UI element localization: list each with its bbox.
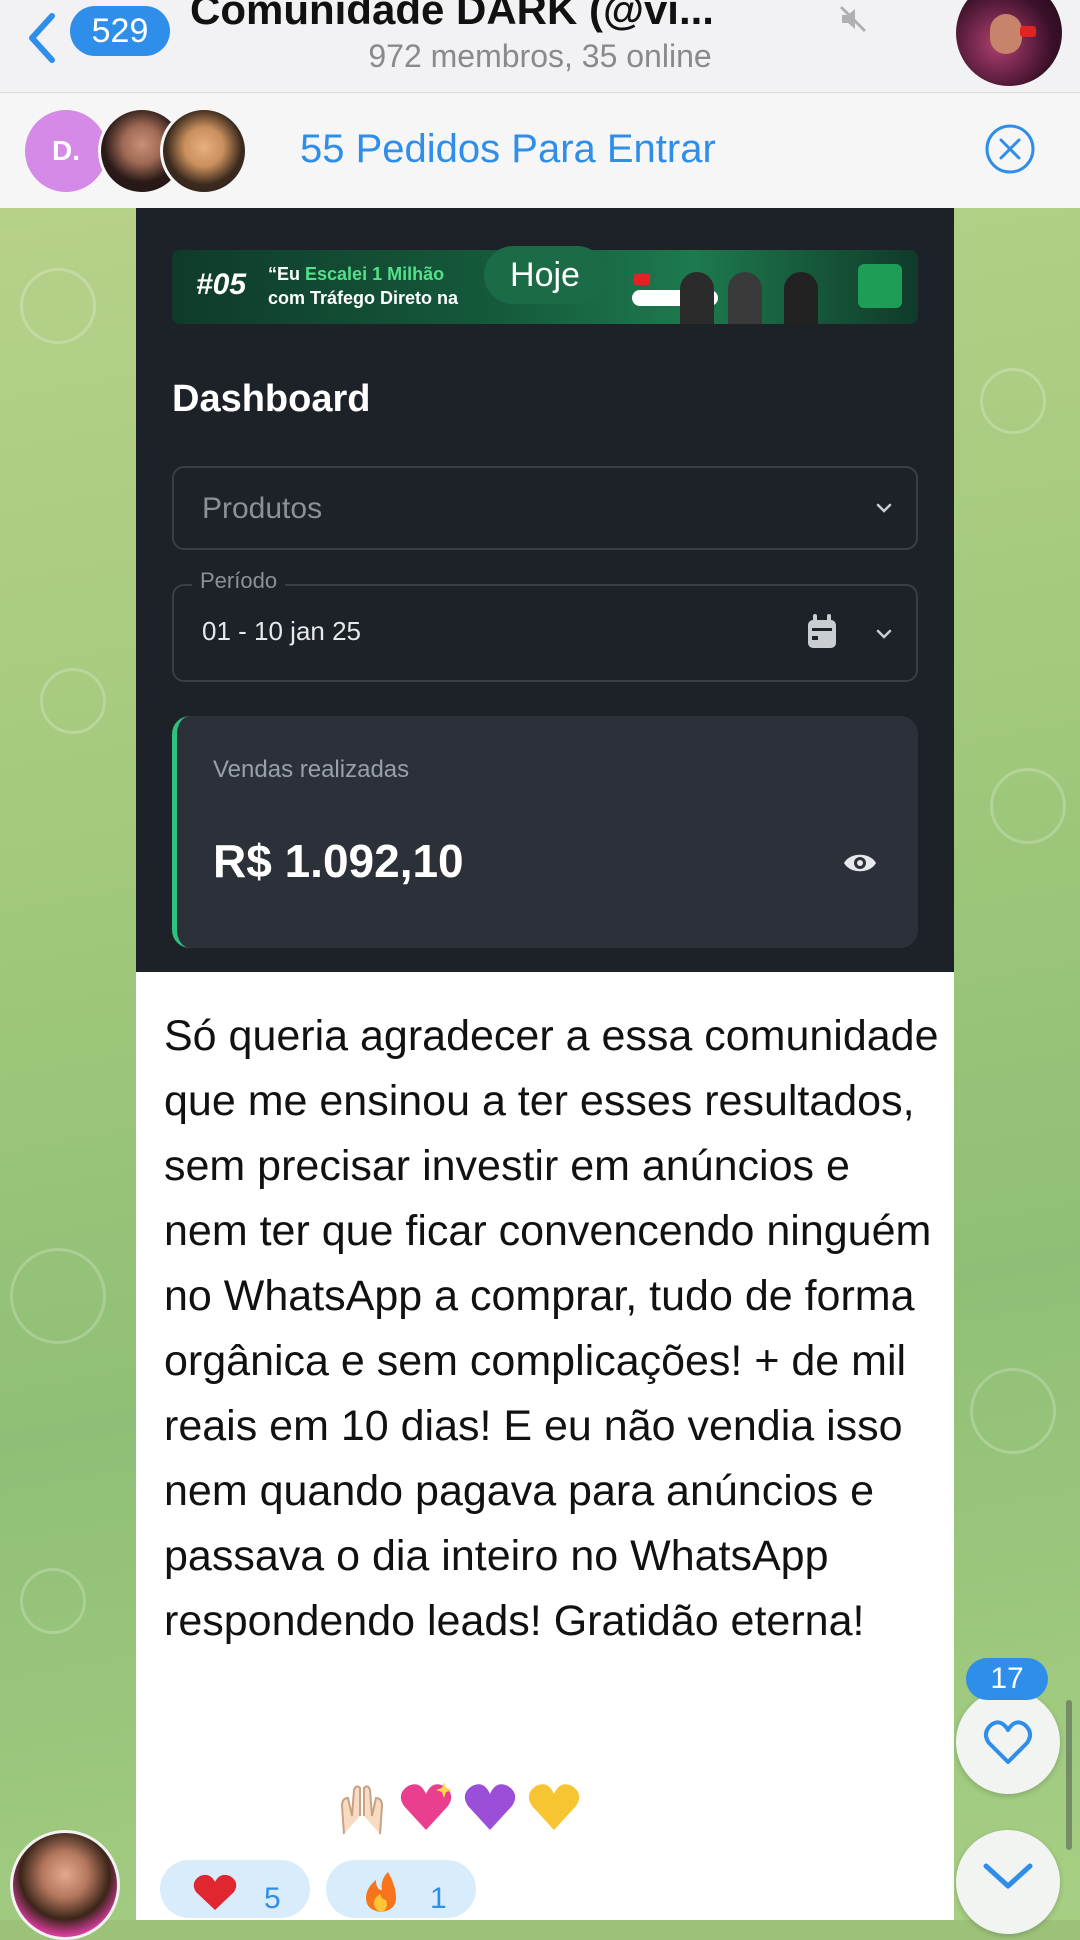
join-requests-bar[interactable]: D. 55 Pedidos Para Entrar — [0, 92, 1080, 210]
sparkling-heart-emoji-icon — [396, 1776, 456, 1836]
period-label: Período — [192, 568, 286, 594]
heart-icon — [193, 1874, 237, 1910]
chevron-down-icon — [876, 629, 892, 639]
member-count[interactable]: 972 membros, 35 online — [0, 38, 1080, 75]
chevron-down-icon — [876, 503, 892, 513]
sales-value: R$ 1.092,10 — [213, 835, 464, 887]
purple-heart-emoji-icon — [460, 1776, 520, 1836]
reaction-heart[interactable]: 5 — [160, 1860, 310, 1918]
products-placeholder: Produtos — [202, 492, 323, 525]
close-icon[interactable] — [984, 123, 1036, 175]
dashboard-screenshot[interactable]: #05 “Eu Escalei 1 Milhão com Tráfego Dir… — [136, 208, 954, 972]
reaction-count: 5 — [264, 1882, 281, 1915]
products-select: Produtos — [172, 466, 918, 550]
sender-avatar[interactable] — [10, 1830, 120, 1940]
youtube-icon — [634, 274, 650, 285]
dashboard-title: Dashboard — [172, 378, 371, 420]
message-bubble[interactable]: #05 “Eu Escalei 1 Milhão com Tráfego Dir… — [136, 208, 954, 1920]
chat-header: 529 Comunidade DARK (@vi... 972 membros,… — [0, 0, 1080, 92]
message-text: Só queria agradecer a essa comunidade qu… — [164, 1012, 939, 1645]
podcast-host — [784, 272, 818, 324]
requester-avatar — [160, 107, 248, 195]
banner-subheadline: com Tráfego Direto na — [268, 288, 459, 308]
reaction-fire[interactable]: 1 — [326, 1860, 476, 1918]
chevron-down-icon — [983, 1863, 1033, 1889]
scrollbar[interactable] — [1066, 1700, 1072, 1850]
mute-icon — [838, 4, 868, 34]
banner-headline: “Eu Escalei 1 Milhão — [268, 264, 445, 284]
sales-label: Vendas realizadas — [213, 756, 410, 783]
reaction-count: 1 — [430, 1882, 447, 1915]
raising-hands-emoji-icon — [332, 1776, 392, 1836]
requester-avatar: D. — [22, 107, 110, 195]
podcast-host — [728, 272, 762, 324]
period-select: 01 - 10 jan 25 — [172, 584, 918, 682]
calendar-icon — [808, 614, 836, 648]
fire-icon — [366, 1872, 396, 1912]
emoji-row — [332, 1776, 652, 1840]
sales-card: Vendas realizadas R$ 1.092,10 — [172, 716, 918, 948]
date-badge: Hoje — [484, 246, 606, 304]
caktocast-logo-icon — [858, 264, 902, 308]
join-requests-label[interactable]: 55 Pedidos Para Entrar — [300, 127, 716, 172]
reactions-row: 5 1 — [160, 1860, 580, 1920]
banner-episode-number: #05 — [196, 268, 247, 301]
period-value: 01 - 10 jan 25 — [202, 616, 362, 646]
scroll-down-button[interactable] — [956, 1830, 1060, 1934]
eye-icon — [844, 854, 876, 872]
podcast-host — [680, 272, 714, 324]
heart-outline-icon — [984, 1720, 1032, 1764]
yellow-heart-emoji-icon — [524, 1776, 584, 1836]
chat-title[interactable]: Comunidade DARK (@vi... — [190, 0, 880, 34]
reactions-button[interactable] — [956, 1690, 1060, 1794]
reactions-count-badge[interactable]: 17 — [966, 1658, 1048, 1700]
